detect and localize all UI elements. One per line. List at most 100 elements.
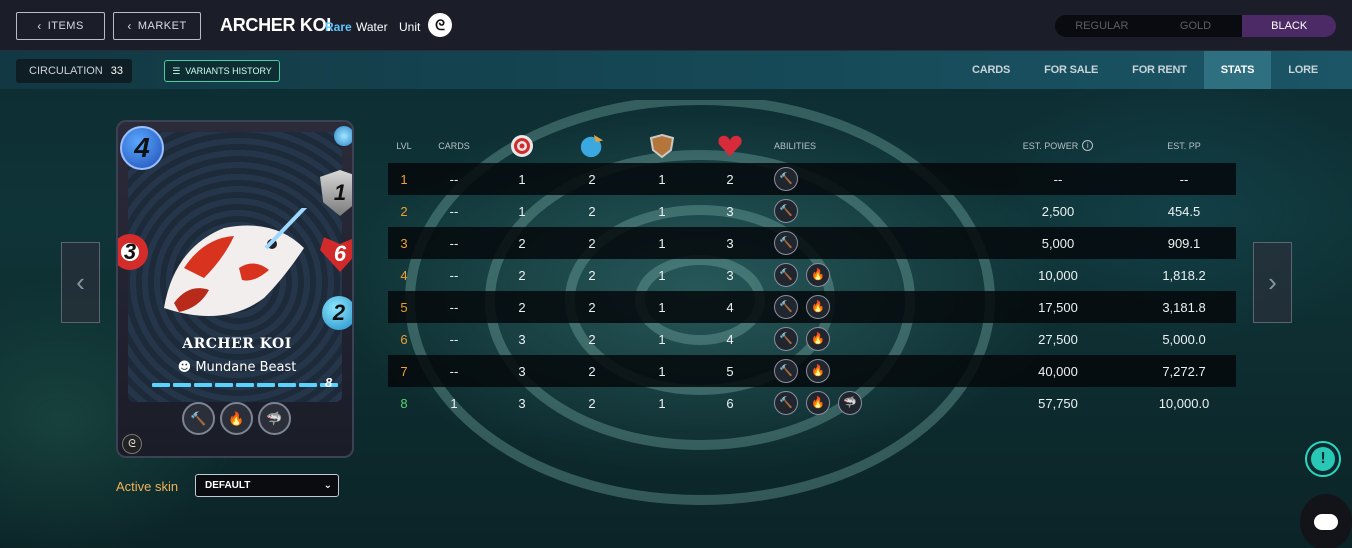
help-button[interactable]: ! bbox=[1305, 441, 1341, 477]
variants-history-button[interactable]: ☰ VARIANTS HISTORY bbox=[164, 60, 280, 82]
market-back-button[interactable]: ‹ MARKET bbox=[113, 12, 201, 40]
shark-icon[interactable]: 🦈 bbox=[838, 391, 862, 415]
tab-cards[interactable]: CARDS bbox=[955, 51, 1027, 89]
est-pp-cell: 909.1 bbox=[1167, 235, 1201, 251]
water-element-icon bbox=[334, 126, 352, 146]
tab-for-rent[interactable]: FOR RENT bbox=[1115, 51, 1204, 89]
header-speed bbox=[574, 128, 610, 163]
circulation-badge: CIRCULATION 33 bbox=[16, 59, 132, 83]
circulation-label: CIRCULATION bbox=[29, 65, 103, 77]
mana-cost: 4 bbox=[120, 126, 164, 170]
enrage-icon[interactable]: 🔥 bbox=[806, 295, 830, 319]
est-pp-cell: 5,000.0 bbox=[1162, 331, 1206, 347]
armor-cell: 1 bbox=[658, 331, 666, 347]
ranged-attack-cell: 2 bbox=[518, 235, 526, 251]
edition-icon: ᘓ bbox=[428, 13, 452, 37]
armor-cell: 1 bbox=[658, 299, 666, 315]
hammer-icon[interactable]: 🔨 bbox=[774, 391, 798, 415]
hammer-icon[interactable]: 🔨 bbox=[774, 231, 798, 255]
enrage-icon: 🔥 bbox=[220, 402, 253, 435]
hammer-icon[interactable]: 🔨 bbox=[774, 327, 798, 351]
enrage-icon[interactable]: 🔥 bbox=[806, 327, 830, 351]
info-icon[interactable]: i bbox=[1082, 140, 1094, 151]
health-cell: 4 bbox=[726, 299, 734, 315]
beast-icon: ☻ bbox=[177, 360, 192, 375]
est-power-cell: 57,750 bbox=[1038, 395, 1078, 411]
active-skin-select[interactable]: DEFAULT ⌄ bbox=[195, 474, 339, 497]
table-row: 6 -- 3 2 1 4 27,500 5,000.0 🔨 🔥 bbox=[388, 323, 1236, 355]
abilities-cell: 🔨 🔥 bbox=[774, 323, 894, 355]
hammer-icon[interactable]: 🔨 bbox=[774, 167, 798, 191]
header-armor bbox=[644, 128, 680, 163]
previous-card-button[interactable]: ‹ bbox=[61, 242, 100, 323]
health-cell: 3 bbox=[726, 267, 734, 283]
tab-for-sale[interactable]: FOR SALE bbox=[1027, 51, 1115, 89]
next-card-button[interactable]: › bbox=[1253, 242, 1292, 323]
hammer-icon[interactable]: 🔨 bbox=[774, 199, 798, 223]
foil-gold-button[interactable]: GOLD bbox=[1149, 15, 1243, 37]
level-cell: 4 bbox=[400, 267, 408, 283]
ranged-attack-cell: 3 bbox=[518, 331, 526, 347]
est-power-cell: 27,500 bbox=[1038, 331, 1078, 347]
health-cell: 3 bbox=[726, 203, 734, 219]
speed-cell: 2 bbox=[588, 235, 596, 251]
table-body: 1 -- 1 2 1 2 -- -- 🔨 2 -- 1 2 1 3 2,500 454.5 🔨 3 -- 2 2 1 3 5,0… bbox=[388, 163, 1236, 419]
items-back-button[interactable]: ‹ ITEMS bbox=[16, 12, 105, 40]
health-cell: 2 bbox=[726, 171, 734, 187]
shark-icon: 🦈 bbox=[258, 402, 291, 435]
header-cards: CARDS bbox=[438, 140, 470, 151]
speed-cell: 2 bbox=[588, 331, 596, 347]
table-row: 7 -- 3 2 1 5 40,000 7,272.7 🔨 🔥 bbox=[388, 355, 1236, 387]
cards-cell: -- bbox=[449, 235, 459, 251]
est-power-cell: -- bbox=[1053, 171, 1063, 187]
health-cell: 3 bbox=[726, 235, 734, 251]
hammer-icon[interactable]: 🔨 bbox=[774, 359, 798, 383]
hammer-icon: 🔨 bbox=[182, 402, 215, 435]
chevron-left-icon: ‹ bbox=[76, 267, 85, 297]
chat-button[interactable] bbox=[1300, 494, 1352, 548]
edition-icon: ᘓ bbox=[122, 434, 142, 454]
ranged-attack-cell: 3 bbox=[518, 363, 526, 379]
cards-cell: -- bbox=[449, 331, 459, 347]
speed-cell: 2 bbox=[588, 267, 596, 283]
abilities-cell: 🔨 🔥 bbox=[774, 259, 894, 291]
enrage-icon[interactable]: 🔥 bbox=[806, 263, 830, 287]
enrage-icon[interactable]: 🔥 bbox=[806, 391, 830, 415]
card-image: 4 3 1 6 2 ARCHER KOI ☻ Mundane Beast 8 🔨… bbox=[116, 120, 354, 458]
est-power-cell: 40,000 bbox=[1038, 363, 1078, 379]
rarity-label: Rare bbox=[325, 20, 352, 34]
header-lvl: LVL bbox=[396, 140, 412, 151]
tab-stats[interactable]: STATS bbox=[1203, 51, 1272, 89]
table-row: 5 -- 2 2 1 4 17,500 3,181.8 🔨 🔥 bbox=[388, 291, 1236, 323]
speed-stat: 2 bbox=[322, 296, 352, 330]
header-abilities: ABILITIES bbox=[774, 140, 817, 151]
tab-lore[interactable]: LORE bbox=[1271, 51, 1352, 89]
table-row: 3 -- 2 2 1 3 5,000 909.1 🔨 bbox=[388, 227, 1236, 259]
card-type: ☻ Mundane Beast bbox=[118, 360, 352, 375]
hammer-icon[interactable]: 🔨 bbox=[774, 263, 798, 287]
abilities-cell: 🔨 🔥 bbox=[774, 291, 894, 323]
health-cell: 6 bbox=[726, 395, 734, 411]
level-cell: 3 bbox=[400, 235, 408, 251]
armor-cell: 1 bbox=[658, 267, 666, 283]
armor-cell: 1 bbox=[658, 363, 666, 379]
page-title: ARCHER KOI bbox=[220, 15, 332, 35]
table-header: LVL CARDS ABILITIES EST. POWER i EST. PP bbox=[388, 128, 1236, 163]
abilities-cell: 🔨 bbox=[774, 163, 894, 195]
foil-black-button[interactable]: BLACK bbox=[1242, 15, 1336, 37]
list-icon: ☰ bbox=[172, 65, 181, 76]
speed-cell: 2 bbox=[588, 171, 596, 187]
foil-regular-button[interactable]: REGULAR bbox=[1055, 15, 1149, 37]
enrage-icon[interactable]: 🔥 bbox=[806, 359, 830, 383]
header-est-pp: EST. PP bbox=[1167, 140, 1201, 151]
abilities-cell: 🔨 bbox=[774, 227, 894, 259]
active-skin-label: Active skin bbox=[116, 479, 179, 494]
armor-cell: 1 bbox=[658, 395, 666, 411]
speed-cell: 2 bbox=[588, 299, 596, 315]
ranged-attack-cell: 1 bbox=[518, 203, 526, 219]
variants-history-label: VARIANTS HISTORY bbox=[185, 66, 272, 76]
hammer-icon[interactable]: 🔨 bbox=[774, 295, 798, 319]
cards-cell: -- bbox=[449, 171, 459, 187]
card-type-label: Unit bbox=[399, 20, 421, 34]
abilities-cell: 🔨 🔥 🦈 bbox=[774, 387, 894, 419]
